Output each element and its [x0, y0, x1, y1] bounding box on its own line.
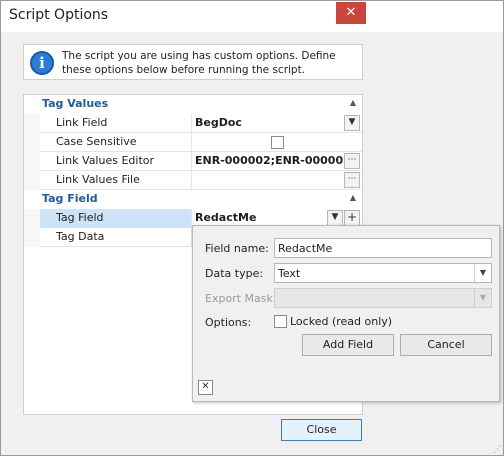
- export-mask-label: Export Mask:: [205, 292, 277, 305]
- data-type-select[interactable]: Text ▼: [274, 263, 492, 283]
- chevron-down-icon[interactable]: ▼: [327, 210, 343, 226]
- plus-icon[interactable]: +: [344, 210, 360, 226]
- add-field-button[interactable]: Add Field: [302, 334, 394, 356]
- add-field-popup: Field name: RedactMe Data type: Text ▼ E…: [192, 225, 500, 402]
- collapse-icon[interactable]: ▲: [350, 98, 356, 107]
- info-text: The script you are using has custom opti…: [62, 50, 336, 76]
- row-name: Link Values Editor: [56, 154, 155, 167]
- options-label: Options:: [205, 316, 252, 329]
- row-name: Case Sensitive: [56, 135, 137, 148]
- row-value: ENR-000002;ENR-00000...: [195, 154, 343, 167]
- row-value: RedactMe: [195, 211, 257, 224]
- grid-row-case-sensitive[interactable]: Case Sensitive: [24, 133, 362, 152]
- ellipsis-icon[interactable]: ⋯: [344, 172, 360, 188]
- grid-row-link-field[interactable]: Link Field BegDoc ▼: [24, 114, 362, 133]
- window-title: Script Options: [9, 7, 109, 23]
- row-name: Tag Data: [56, 230, 105, 243]
- category-label: Tag Field: [42, 192, 98, 205]
- ellipsis-icon[interactable]: ⋯: [344, 153, 360, 169]
- close-button[interactable]: Close: [281, 419, 362, 441]
- row-name: Link Values File: [56, 173, 140, 186]
- row-name: Link Field: [56, 116, 108, 129]
- export-mask-select[interactable]: ▼: [274, 288, 492, 308]
- chevron-down-icon[interactable]: ▼: [474, 264, 491, 282]
- chevron-down-icon: ▼: [474, 289, 491, 307]
- resize-grip-icon[interactable]: ⋰: [493, 445, 502, 455]
- locked-label: Locked (read only): [290, 315, 393, 328]
- cancel-button[interactable]: Cancel: [400, 334, 492, 356]
- grid-row-link-values-editor[interactable]: Link Values Editor ENR-000002;ENR-00000.…: [24, 152, 362, 171]
- field-name-input[interactable]: RedactMe: [274, 238, 492, 258]
- window-close-icon[interactable]: ✕: [336, 2, 366, 24]
- grid-row-link-values-file[interactable]: Link Values File ⋯: [24, 171, 362, 190]
- category-tag-field[interactable]: Tag Field ▲: [24, 190, 362, 209]
- title-bar: Script Options ✕: [1, 1, 503, 32]
- row-name: Tag Field: [56, 211, 104, 224]
- data-type-label: Data type:: [205, 267, 264, 280]
- info-icon: i: [30, 51, 54, 75]
- close-icon[interactable]: ✕: [198, 380, 213, 395]
- chevron-down-icon[interactable]: ▼: [344, 115, 360, 131]
- category-tag-values[interactable]: Tag Values ▲: [24, 95, 362, 114]
- field-name-label: Field name:: [205, 242, 269, 255]
- info-box: i The script you are using has custom op…: [23, 44, 363, 80]
- row-value: BegDoc: [195, 116, 242, 129]
- collapse-icon[interactable]: ▲: [350, 193, 356, 202]
- case-sensitive-checkbox[interactable]: [271, 136, 284, 149]
- category-label: Tag Values: [42, 97, 109, 110]
- locked-checkbox[interactable]: [274, 315, 287, 328]
- script-options-window: Script Options ✕ i The script you are us…: [0, 0, 504, 456]
